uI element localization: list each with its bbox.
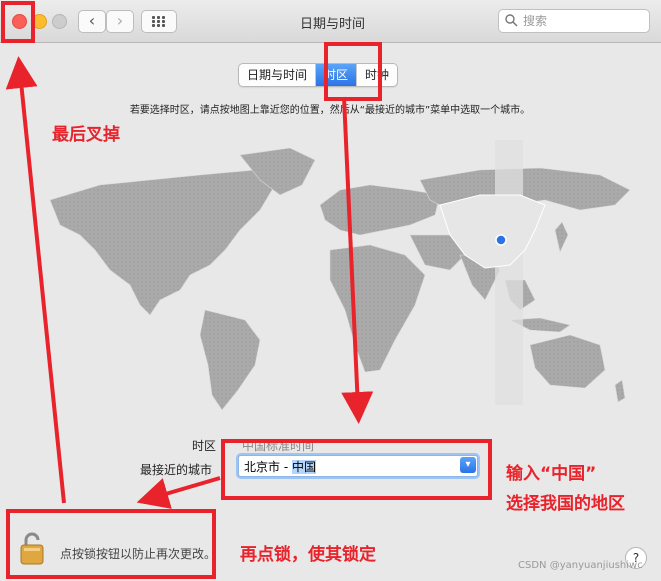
annotation-close: 最后叉掉 [52,125,120,145]
forward-button[interactable]: › [106,10,134,33]
search-icon [505,14,518,27]
timezone-label: 时区 [192,439,217,453]
north-america[interactable] [49,169,276,316]
annotation-input-2: 选择我国的地区 [506,494,625,514]
lock-hint-text: 点按锁按钮以防止再次更改。 [60,547,217,561]
back-button[interactable]: ‹ [78,10,106,33]
grid-icon [152,16,166,27]
city-name: 北京市 - [244,460,292,474]
window-title: 日期与时间 [299,17,365,32]
europe[interactable] [319,184,441,236]
tab-bar: 日期与时间 时区 时钟 [238,63,399,87]
timezone-value: 中国标准时间 [242,439,315,453]
lock-icon[interactable] [20,531,44,565]
tab-time-zone[interactable]: 时区 [316,64,358,86]
location-pin-icon [495,234,507,246]
watermark: CSDN @yanyuanjiushiwc [518,560,643,571]
world-map[interactable] [40,140,640,420]
annotation-input-1: 输入“中国” [506,464,597,484]
search-field[interactable] [498,9,650,33]
closest-city-input[interactable]: 北京市 - 中国 [244,458,316,475]
show-all-button[interactable] [141,10,177,33]
tab-date-time[interactable]: 日期与时间 [239,64,317,86]
africa[interactable] [329,244,426,373]
south-america[interactable] [199,309,261,411]
australia[interactable] [529,334,606,389]
close-button[interactable] [12,14,27,29]
closest-city-label: 最接近的城市 [140,463,213,477]
japan[interactable] [554,221,569,253]
minimize-button[interactable] [32,14,47,29]
new-zealand[interactable] [614,379,626,403]
instruction-text: 若要选择时区，请点按地图上靠近您的位置，然后从“最接近的城市”菜单中选取一个城市… [129,105,531,116]
city-country-selected: 中国 [291,460,316,474]
annotation-lock: 再点锁，使其锁定 [240,545,376,565]
title-bar: ‹ › 日期与时间 [0,0,661,43]
arrow-combo-to-lock [136,476,221,509]
chevron-down-icon[interactable]: ▾ [460,457,476,473]
closest-city-combobox[interactable]: 北京市 - 中国 ▾ [238,455,478,477]
tab-clock[interactable]: 时钟 [357,64,397,86]
timezone-band [495,140,523,405]
zoom-button[interactable] [52,14,67,29]
search-input[interactable] [521,11,645,31]
